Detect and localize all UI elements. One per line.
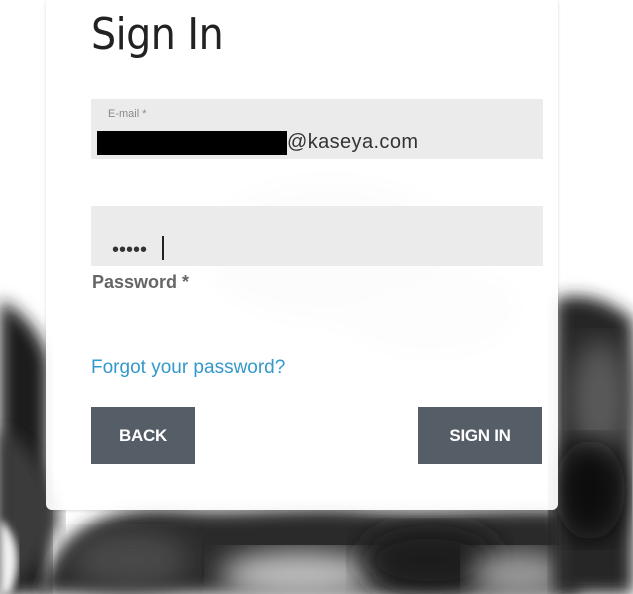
email-field[interactable]: E-mail * @kaseya.com bbox=[91, 99, 543, 159]
sign-in-button[interactable]: SIGN IN bbox=[418, 407, 542, 464]
forgot-password-link[interactable]: Forgot your password? bbox=[91, 357, 285, 379]
email-redaction bbox=[97, 131, 287, 155]
email-label: E-mail * bbox=[108, 108, 147, 120]
email-value: @kaseya.com bbox=[287, 131, 419, 153]
password-label: Password * bbox=[92, 272, 190, 292]
password-value: ••••• bbox=[112, 239, 148, 261]
back-button[interactable]: BACK bbox=[91, 407, 195, 464]
page-title: Sign In bbox=[91, 9, 224, 60]
text-caret bbox=[162, 236, 164, 260]
password-field[interactable]: ••••• bbox=[91, 206, 543, 266]
